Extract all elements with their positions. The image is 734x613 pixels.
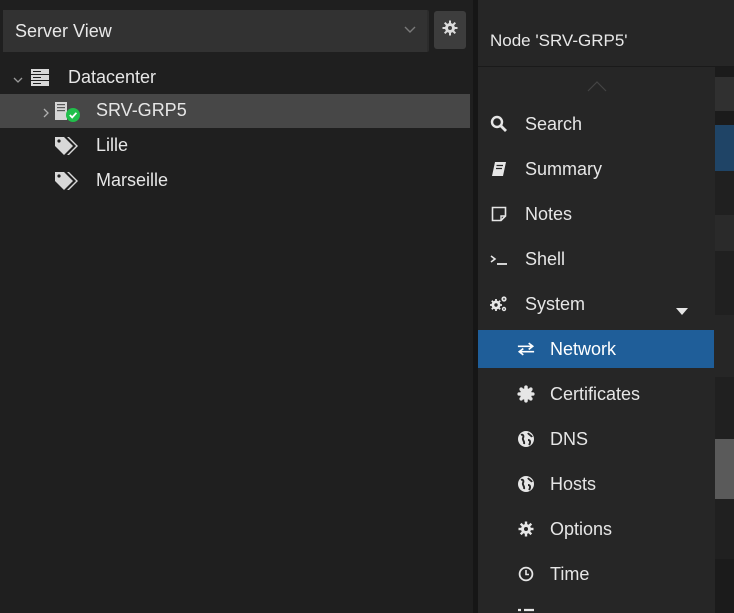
globe-icon bbox=[517, 430, 535, 448]
gear-icon bbox=[517, 520, 535, 538]
content-row-hover[interactable] bbox=[715, 439, 734, 499]
menu-item-label: DNS bbox=[550, 429, 589, 449]
server-online-icon bbox=[54, 101, 88, 128]
menu-item-shell[interactable]: Shell bbox=[478, 240, 714, 278]
chevron-down-icon[interactable] bbox=[403, 22, 417, 42]
cogs-icon bbox=[490, 295, 508, 313]
view-selector-bar: Server View bbox=[3, 10, 429, 52]
view-selector-value: Server View bbox=[15, 21, 112, 41]
menu-item-label: System bbox=[525, 294, 586, 314]
node-panel-header: Node 'SRV-GRP5' bbox=[478, 0, 734, 67]
server-rack-icon bbox=[30, 68, 50, 92]
globe-icon bbox=[517, 475, 535, 493]
expand-toggle-icon[interactable] bbox=[40, 104, 52, 124]
scroll-up-icon[interactable] bbox=[586, 77, 608, 97]
expand-toggle-icon[interactable] bbox=[12, 71, 24, 91]
menu-item-search[interactable]: Search bbox=[478, 105, 714, 143]
content-toolbar-edge bbox=[715, 77, 734, 111]
content-row[interactable] bbox=[715, 215, 734, 251]
menu-item-options[interactable]: Options bbox=[478, 510, 714, 548]
view-selector-dropdown[interactable]: Server View bbox=[3, 10, 427, 52]
menu-item-label: Hosts bbox=[550, 474, 597, 494]
node-panel: Node 'SRV-GRP5' Search Summary Notes She… bbox=[478, 0, 734, 613]
content-row-selected[interactable] bbox=[715, 125, 734, 171]
menu-item-time[interactable]: Time bbox=[478, 555, 714, 593]
caret-down-icon[interactable] bbox=[676, 301, 688, 321]
clock-icon bbox=[517, 565, 535, 583]
menu-item-label: Network bbox=[550, 339, 617, 359]
list-icon bbox=[517, 607, 535, 613]
content-row[interactable] bbox=[715, 499, 734, 559]
menu-item-label: Shell bbox=[525, 249, 566, 269]
tree-item-tag-lille[interactable]: Lille bbox=[0, 129, 470, 163]
menu-item-notes[interactable]: Notes bbox=[478, 195, 714, 233]
gear-icon bbox=[442, 20, 458, 41]
content-row[interactable] bbox=[715, 251, 734, 315]
tag-icon bbox=[54, 136, 80, 161]
tree-item-label: Marseille bbox=[96, 170, 169, 190]
tree-item-label: Datacenter bbox=[68, 67, 157, 87]
menu-item-label: Notes bbox=[525, 204, 573, 224]
note-icon bbox=[490, 205, 508, 223]
menu-item-network[interactable]: Network bbox=[478, 330, 714, 368]
node-navigation-menu: Search Summary Notes Shell System Networ… bbox=[478, 67, 715, 613]
resource-tree-panel: Server View Datacenter SRV-GRP5 Lille Ma… bbox=[0, 0, 473, 613]
tree-settings-button[interactable] bbox=[434, 11, 466, 49]
node-panel-title: Node 'SRV-GRP5' bbox=[490, 31, 628, 50]
menu-item-system[interactable]: System bbox=[478, 285, 714, 323]
menu-item-summary[interactable]: Summary bbox=[478, 150, 714, 188]
book-icon bbox=[490, 160, 508, 178]
menu-item-label: Options bbox=[550, 519, 613, 539]
menu-item-partial[interactable] bbox=[478, 600, 714, 613]
menu-item-label: Summary bbox=[525, 159, 603, 179]
menu-item-certificates[interactable]: Certificates bbox=[478, 375, 714, 413]
menu-item-label: Certificates bbox=[550, 384, 641, 404]
tag-icon bbox=[54, 171, 80, 196]
menu-item-hosts[interactable]: Hosts bbox=[478, 465, 714, 503]
tree-item-datacenter[interactable]: Datacenter bbox=[0, 61, 470, 95]
search-icon bbox=[490, 115, 508, 133]
content-row[interactable] bbox=[715, 315, 734, 377]
exchange-icon bbox=[517, 340, 535, 358]
content-area-edge bbox=[715, 67, 734, 613]
tree-item-label: Lille bbox=[96, 135, 129, 155]
menu-item-label: Search bbox=[525, 114, 583, 134]
menu-item-label: Time bbox=[550, 564, 590, 584]
tree-item-node-srv-grp5[interactable]: SRV-GRP5 bbox=[0, 94, 470, 128]
certificate-icon bbox=[517, 385, 535, 403]
menu-item-dns[interactable]: DNS bbox=[478, 420, 714, 458]
tree-item-label: SRV-GRP5 bbox=[96, 100, 187, 120]
tree-item-tag-marseille[interactable]: Marseille bbox=[0, 164, 470, 198]
terminal-icon bbox=[490, 250, 508, 268]
content-row[interactable] bbox=[715, 171, 734, 215]
content-row[interactable] bbox=[715, 377, 734, 439]
